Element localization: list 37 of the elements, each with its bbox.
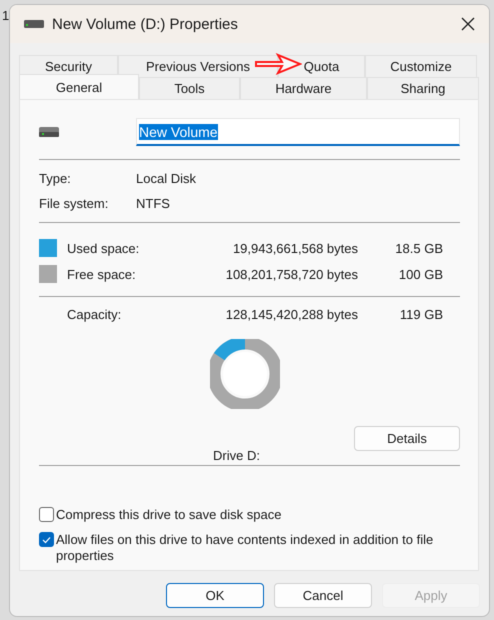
- checkbox[interactable]: [39, 532, 54, 547]
- checkbox-label: Compress this drive to save disk space: [56, 507, 282, 523]
- info-label: Type:: [39, 171, 72, 186]
- tab[interactable]: Quota: [278, 55, 365, 77]
- size-value: 119 GB: [398, 307, 443, 324]
- disk-usage-donut-drawing: [210, 339, 280, 409]
- info-value: Local Disk: [136, 171, 197, 186]
- checkmark-icon: [42, 536, 51, 544]
- size-value: 18.5 GB: [394, 240, 443, 256]
- tab[interactable]: Hardware: [240, 77, 367, 99]
- size-value: 100 GB: [398, 266, 443, 282]
- tab[interactable]: Customize: [365, 55, 477, 77]
- checkbox-label: Allow files on this drive to have contents indexed in addition to file properties: [56, 532, 434, 564]
- tab[interactable]: Sharing: [367, 77, 479, 99]
- drive-label: Drive D:: [212, 448, 261, 463]
- info-label: File system:: [39, 196, 110, 211]
- details-button[interactable]: Details: [354, 426, 460, 451]
- tab[interactable]: General: [19, 74, 139, 99]
- space-label: Used space:: [67, 240, 140, 256]
- capacity-label: Capacity:: [67, 307, 122, 324]
- annotation-arrow: [254, 53, 302, 75]
- drive-icon: [24, 20, 44, 28]
- window-title: New Volume (D:) Properties: [52, 16, 239, 32]
- drive-icon: [39, 127, 59, 137]
- background-window-text: 1: [2, 8, 10, 23]
- tab[interactable]: Previous Versions: [118, 55, 278, 77]
- bytes-value: 19,943,661,568 bytes: [232, 240, 358, 256]
- dialog-button[interactable]: OK: [166, 583, 264, 608]
- tab[interactable]: Tools: [139, 77, 240, 99]
- close-icon: [461, 17, 475, 31]
- name-field[interactable]: New Volume: [136, 118, 460, 146]
- dialog-button[interactable]: Cancel: [274, 583, 372, 608]
- checkbox[interactable]: [39, 507, 54, 522]
- bytes-value: 108,201,758,720 bytes: [224, 266, 358, 282]
- info-value: NTFS: [136, 196, 171, 211]
- space-label: Free space:: [67, 266, 137, 282]
- bytes-value: 128,145,420,288 bytes: [224, 307, 358, 324]
